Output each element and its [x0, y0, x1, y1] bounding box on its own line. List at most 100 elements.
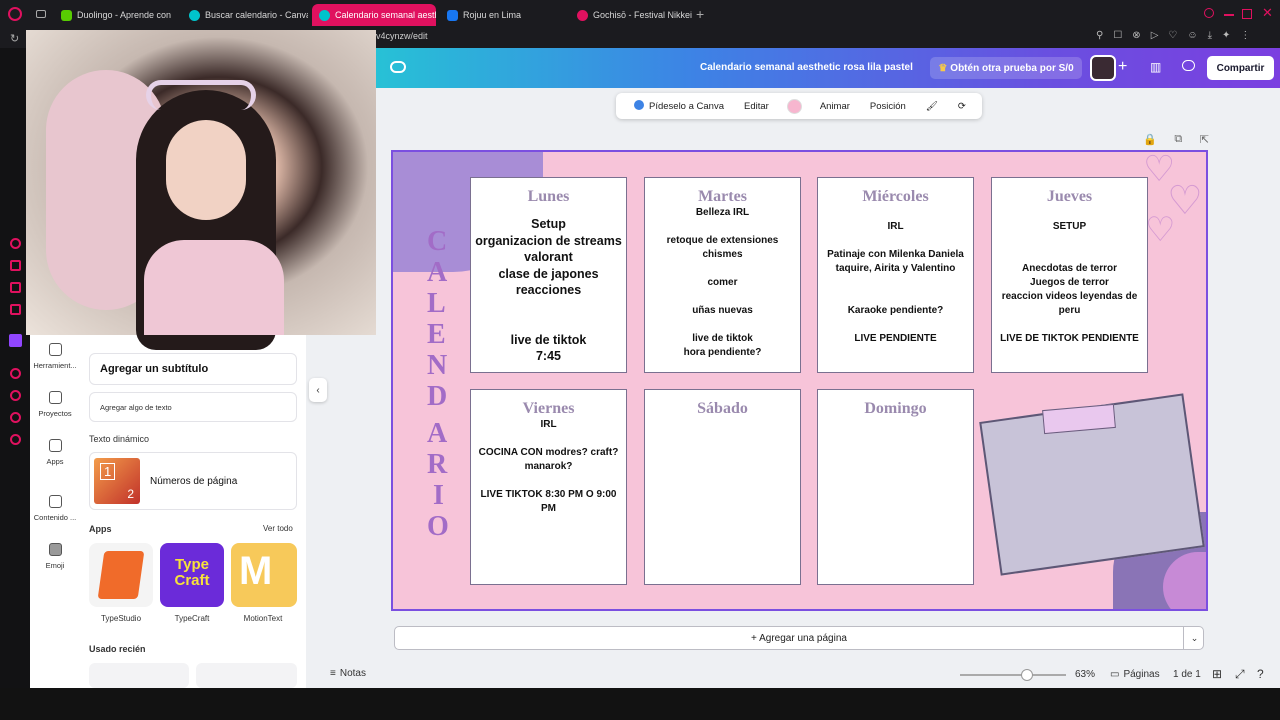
tab-duolingo[interactable]: Duolingo - Aprende con le	[54, 4, 174, 26]
add-page-button[interactable]: + Agregar una página	[394, 626, 1204, 650]
title-letter: R	[427, 449, 448, 480]
sidebar-app-icon[interactable]	[10, 282, 21, 293]
collapse-panel-button[interactable]: ‹	[309, 378, 327, 402]
sidebar-app-icon[interactable]	[10, 304, 21, 315]
pin-icon[interactable]: ⚲	[1096, 30, 1103, 46]
new-tab-icon[interactable]: +	[696, 6, 704, 22]
ask-canva-button[interactable]: Pídeselo a Canva	[624, 100, 734, 112]
day-card-martes[interactable]: Martes Belleza IRL retoque de extensione…	[644, 177, 801, 373]
search-icon[interactable]	[1204, 8, 1214, 18]
edit-button[interactable]: Editar	[734, 101, 779, 112]
design-page[interactable]: ♡ ♡ ♡ C A L E N D A R I O Lunes Setup or…	[391, 150, 1208, 611]
canva-ai-icon	[634, 100, 644, 110]
grid-view-icon[interactable]: ⊞	[1212, 667, 1222, 681]
heart-icon: ♡	[1145, 211, 1176, 249]
page-numbers-card[interactable]: 1 2 Números de página	[89, 452, 297, 510]
tab-gochiso[interactable]: Gochisō - Festival Nikkei	[570, 4, 692, 26]
settings-icon[interactable]	[10, 434, 21, 445]
sidebar-app-icon[interactable]	[10, 238, 21, 249]
typestudio-logo-icon	[97, 551, 145, 599]
opera-logo-icon[interactable]	[8, 7, 22, 21]
pages-icon: ▭	[1110, 669, 1120, 680]
day-card-jueves[interactable]: Jueves SETUP Anecdotas de terror Juegos …	[991, 177, 1148, 373]
day-card-lunes[interactable]: Lunes Setup organizacion de streams valo…	[470, 177, 627, 373]
motiontext-logo-icon: M	[239, 549, 273, 593]
tab-calendario-semanal[interactable]: Calendario semanal aesth	[312, 4, 436, 26]
day-card-viernes[interactable]: Viernes IRL COCINA CON modres? craft? ma…	[470, 389, 627, 585]
day-notes: IRL COCINA CON modres? craft? manarok? L…	[478, 419, 619, 514]
add-collaborator-icon[interactable]: +	[1118, 58, 1127, 76]
menu-icon[interactable]: ⋮	[1240, 30, 1250, 46]
ai-icon[interactable]: ✦	[1222, 30, 1230, 46]
tab-buscar-calendario[interactable]: Buscar calendario - Canva	[182, 4, 308, 26]
add-body-text-button[interactable]: Agregar algo de texto	[89, 392, 297, 422]
help-icon[interactable]: ?	[1257, 667, 1264, 681]
day-card-miercoles[interactable]: Miércoles IRL Patinaje con Milenka Danie…	[817, 177, 974, 373]
day-card-domingo[interactable]: Domingo	[817, 389, 974, 585]
app-name: TypeStudio	[100, 614, 142, 623]
app-typecraft[interactable]: Type Craft	[160, 543, 224, 607]
url-text[interactable]: v4cynzw/edit	[376, 31, 428, 41]
paint-format-icon[interactable]: 🖌	[916, 101, 948, 112]
close-icon[interactable]: ✕	[1262, 5, 1273, 21]
document-title[interactable]: Calendario semanal aesthetic rosa lila p…	[700, 62, 913, 73]
folder-icon	[48, 391, 62, 404]
tab-rojuu[interactable]: Rojuu en Lima	[440, 4, 566, 26]
zoom-level[interactable]: 63%	[1075, 669, 1095, 680]
user-avatar[interactable]	[1090, 55, 1116, 81]
notes-icon: ≡	[330, 668, 336, 679]
trial-button[interactable]: ♛ Obtén otra prueba por S/0	[930, 57, 1082, 79]
rail-item-tools[interactable]: Herramient...	[30, 343, 80, 370]
recent-item[interactable]	[196, 663, 297, 688]
canva-favicon-icon	[189, 9, 200, 21]
page-count: 1 de 1	[1173, 669, 1201, 680]
notes-button[interactable]: ≡ Notas	[330, 668, 366, 679]
bookmark-icon[interactable]: ☐	[1113, 30, 1122, 46]
lock-icon[interactable]: 🔒	[1143, 133, 1157, 146]
sidebar-app-icon[interactable]	[10, 260, 21, 271]
app-motiontext[interactable]: M	[231, 543, 297, 607]
crown-icon: ♛	[938, 62, 948, 74]
title-letter: D	[427, 381, 448, 412]
color-swatch[interactable]	[786, 98, 802, 114]
rail-item-apps[interactable]: Apps	[30, 439, 80, 466]
sidebar-app-icon[interactable]	[10, 368, 21, 379]
apps-icon	[48, 439, 62, 452]
pages-button[interactable]: ▭ Páginas	[1110, 669, 1160, 680]
extension-icon[interactable]: ⊗	[1132, 30, 1140, 46]
day-name: Jueves	[1046, 188, 1093, 205]
recent-item[interactable]	[89, 663, 189, 688]
day-card-sabado[interactable]: Sábado	[644, 389, 801, 585]
add-subtitle-button[interactable]: Agregar un subtítulo	[89, 353, 297, 385]
add-page-dropdown-icon[interactable]: ⌄	[1183, 626, 1205, 650]
share-page-icon[interactable]: ⇱	[1200, 133, 1209, 146]
duplicate-icon[interactable]: ⧉	[1174, 133, 1182, 146]
minimize-icon[interactable]	[1224, 14, 1234, 16]
sidebar-app-icon[interactable]	[10, 412, 21, 423]
title-letter: N	[427, 350, 448, 381]
see-all-link[interactable]: Ver todo	[263, 524, 293, 533]
sidebar-app-icon[interactable]	[10, 390, 21, 401]
comment-icon[interactable]	[1182, 60, 1195, 71]
heart-icon[interactable]: ♡	[1168, 30, 1177, 46]
more-options-icon[interactable]: ⟳	[948, 101, 976, 112]
position-button[interactable]: Posición	[860, 101, 916, 112]
status-bar: ≡ Notas 63% ▭ Páginas 1 de 1 ⊞ ⤢ ?	[306, 662, 1280, 688]
share-button[interactable]: Compartir	[1207, 56, 1274, 80]
zoom-slider[interactable]	[960, 674, 1066, 676]
zoom-slider-knob[interactable]	[1020, 669, 1033, 681]
profile-icon[interactable]: ☺	[1187, 30, 1197, 46]
tab-overview-icon[interactable]	[36, 10, 46, 18]
analytics-icon[interactable]: ▥	[1150, 60, 1161, 74]
app-typestudio[interactable]	[89, 543, 153, 607]
rail-item-content[interactable]: Contenido ...	[30, 495, 80, 522]
reload-icon[interactable]: ↻	[10, 32, 19, 45]
fullscreen-icon[interactable]: ⤢	[1235, 667, 1245, 682]
twitch-icon[interactable]	[9, 334, 22, 347]
download-icon[interactable]: ⤓	[1208, 30, 1212, 46]
play-icon[interactable]: ▷	[1151, 30, 1159, 46]
animate-button[interactable]: Animar	[810, 101, 860, 112]
rail-item-projects[interactable]: Proyectos	[30, 391, 80, 418]
rail-item-emoji[interactable]: Emoji	[30, 543, 80, 570]
maximize-icon[interactable]	[1242, 9, 1252, 19]
